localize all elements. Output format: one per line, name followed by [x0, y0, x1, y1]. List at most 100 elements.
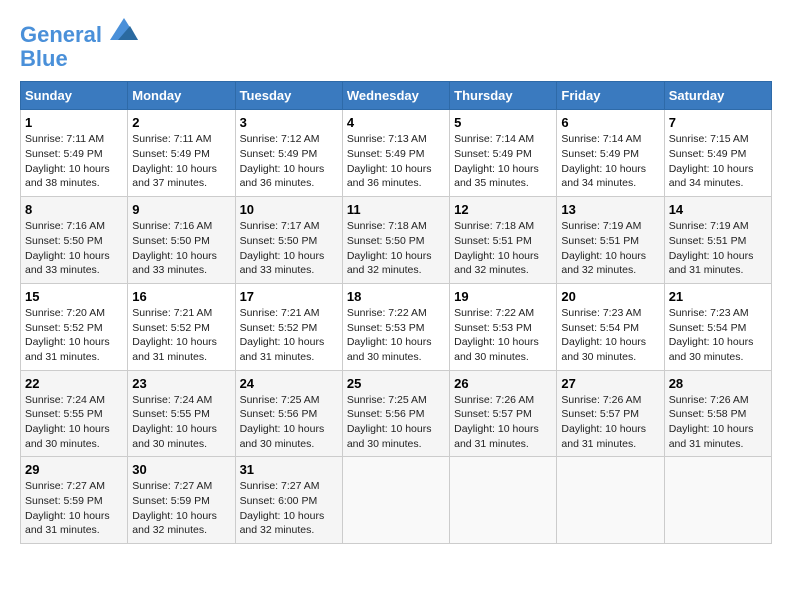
- calendar-header-thursday: Thursday: [450, 82, 557, 110]
- day-number: 24: [240, 376, 338, 391]
- calendar-header-tuesday: Tuesday: [235, 82, 342, 110]
- day-number: 6: [561, 115, 659, 130]
- day-number: 10: [240, 202, 338, 217]
- calendar-cell: 11 Sunrise: 7:18 AM Sunset: 5:50 PM Dayl…: [342, 197, 449, 284]
- calendar-cell: 16 Sunrise: 7:21 AM Sunset: 5:52 PM Dayl…: [128, 283, 235, 370]
- day-number: 17: [240, 289, 338, 304]
- logo-icon: [110, 18, 138, 40]
- day-info: Sunrise: 7:12 AM Sunset: 5:49 PM Dayligh…: [240, 132, 338, 191]
- day-number: 1: [25, 115, 123, 130]
- calendar-cell: 29 Sunrise: 7:27 AM Sunset: 5:59 PM Dayl…: [21, 457, 128, 544]
- day-number: 19: [454, 289, 552, 304]
- calendar-cell: 10 Sunrise: 7:17 AM Sunset: 5:50 PM Dayl…: [235, 197, 342, 284]
- calendar-cell: 17 Sunrise: 7:21 AM Sunset: 5:52 PM Dayl…: [235, 283, 342, 370]
- day-info: Sunrise: 7:25 AM Sunset: 5:56 PM Dayligh…: [347, 393, 445, 452]
- logo-blue: Blue: [20, 46, 68, 71]
- calendar-cell: [450, 457, 557, 544]
- day-info: Sunrise: 7:19 AM Sunset: 5:51 PM Dayligh…: [561, 219, 659, 278]
- calendar-cell: 28 Sunrise: 7:26 AM Sunset: 5:58 PM Dayl…: [664, 370, 771, 457]
- day-info: Sunrise: 7:26 AM Sunset: 5:58 PM Dayligh…: [669, 393, 767, 452]
- day-info: Sunrise: 7:24 AM Sunset: 5:55 PM Dayligh…: [25, 393, 123, 452]
- day-info: Sunrise: 7:19 AM Sunset: 5:51 PM Dayligh…: [669, 219, 767, 278]
- calendar-cell: 24 Sunrise: 7:25 AM Sunset: 5:56 PM Dayl…: [235, 370, 342, 457]
- calendar-cell: 5 Sunrise: 7:14 AM Sunset: 5:49 PM Dayli…: [450, 110, 557, 197]
- day-info: Sunrise: 7:22 AM Sunset: 5:53 PM Dayligh…: [347, 306, 445, 365]
- day-number: 14: [669, 202, 767, 217]
- calendar-header-friday: Friday: [557, 82, 664, 110]
- day-number: 28: [669, 376, 767, 391]
- day-number: 13: [561, 202, 659, 217]
- calendar-header-monday: Monday: [128, 82, 235, 110]
- day-number: 21: [669, 289, 767, 304]
- calendar-week-row: 22 Sunrise: 7:24 AM Sunset: 5:55 PM Dayl…: [21, 370, 772, 457]
- calendar-header-saturday: Saturday: [664, 82, 771, 110]
- calendar-week-row: 29 Sunrise: 7:27 AM Sunset: 5:59 PM Dayl…: [21, 457, 772, 544]
- calendar-cell: 18 Sunrise: 7:22 AM Sunset: 5:53 PM Dayl…: [342, 283, 449, 370]
- day-number: 5: [454, 115, 552, 130]
- calendar-cell: 22 Sunrise: 7:24 AM Sunset: 5:55 PM Dayl…: [21, 370, 128, 457]
- calendar-cell: 3 Sunrise: 7:12 AM Sunset: 5:49 PM Dayli…: [235, 110, 342, 197]
- day-info: Sunrise: 7:17 AM Sunset: 5:50 PM Dayligh…: [240, 219, 338, 278]
- day-number: 3: [240, 115, 338, 130]
- day-number: 4: [347, 115, 445, 130]
- day-number: 12: [454, 202, 552, 217]
- day-number: 7: [669, 115, 767, 130]
- day-info: Sunrise: 7:18 AM Sunset: 5:50 PM Dayligh…: [347, 219, 445, 278]
- calendar-cell: [342, 457, 449, 544]
- day-info: Sunrise: 7:26 AM Sunset: 5:57 PM Dayligh…: [454, 393, 552, 452]
- calendar-header-sunday: Sunday: [21, 82, 128, 110]
- day-number: 29: [25, 462, 123, 477]
- day-info: Sunrise: 7:22 AM Sunset: 5:53 PM Dayligh…: [454, 306, 552, 365]
- day-number: 16: [132, 289, 230, 304]
- day-info: Sunrise: 7:23 AM Sunset: 5:54 PM Dayligh…: [561, 306, 659, 365]
- day-info: Sunrise: 7:27 AM Sunset: 5:59 PM Dayligh…: [25, 479, 123, 538]
- calendar-cell: 12 Sunrise: 7:18 AM Sunset: 5:51 PM Dayl…: [450, 197, 557, 284]
- day-info: Sunrise: 7:25 AM Sunset: 5:56 PM Dayligh…: [240, 393, 338, 452]
- day-info: Sunrise: 7:26 AM Sunset: 5:57 PM Dayligh…: [561, 393, 659, 452]
- calendar-cell: [557, 457, 664, 544]
- day-number: 9: [132, 202, 230, 217]
- calendar-cell: 14 Sunrise: 7:19 AM Sunset: 5:51 PM Dayl…: [664, 197, 771, 284]
- logo-general: General: [20, 22, 102, 47]
- day-number: 31: [240, 462, 338, 477]
- calendar-cell: 15 Sunrise: 7:20 AM Sunset: 5:52 PM Dayl…: [21, 283, 128, 370]
- calendar-cell: 9 Sunrise: 7:16 AM Sunset: 5:50 PM Dayli…: [128, 197, 235, 284]
- calendar-cell: 7 Sunrise: 7:15 AM Sunset: 5:49 PM Dayli…: [664, 110, 771, 197]
- calendar-cell: 8 Sunrise: 7:16 AM Sunset: 5:50 PM Dayli…: [21, 197, 128, 284]
- calendar-cell: 4 Sunrise: 7:13 AM Sunset: 5:49 PM Dayli…: [342, 110, 449, 197]
- day-number: 26: [454, 376, 552, 391]
- day-info: Sunrise: 7:20 AM Sunset: 5:52 PM Dayligh…: [25, 306, 123, 365]
- day-info: Sunrise: 7:11 AM Sunset: 5:49 PM Dayligh…: [132, 132, 230, 191]
- calendar-cell: 21 Sunrise: 7:23 AM Sunset: 5:54 PM Dayl…: [664, 283, 771, 370]
- calendar-cell: 1 Sunrise: 7:11 AM Sunset: 5:49 PM Dayli…: [21, 110, 128, 197]
- calendar-week-row: 1 Sunrise: 7:11 AM Sunset: 5:49 PM Dayli…: [21, 110, 772, 197]
- day-number: 23: [132, 376, 230, 391]
- day-info: Sunrise: 7:21 AM Sunset: 5:52 PM Dayligh…: [240, 306, 338, 365]
- day-info: Sunrise: 7:16 AM Sunset: 5:50 PM Dayligh…: [132, 219, 230, 278]
- day-number: 20: [561, 289, 659, 304]
- calendar-cell: 27 Sunrise: 7:26 AM Sunset: 5:57 PM Dayl…: [557, 370, 664, 457]
- day-number: 2: [132, 115, 230, 130]
- calendar-cell: 26 Sunrise: 7:26 AM Sunset: 5:57 PM Dayl…: [450, 370, 557, 457]
- day-number: 15: [25, 289, 123, 304]
- day-number: 18: [347, 289, 445, 304]
- day-number: 8: [25, 202, 123, 217]
- calendar-cell: 31 Sunrise: 7:27 AM Sunset: 6:00 PM Dayl…: [235, 457, 342, 544]
- logo: General Blue: [20, 20, 138, 71]
- day-info: Sunrise: 7:14 AM Sunset: 5:49 PM Dayligh…: [561, 132, 659, 191]
- day-info: Sunrise: 7:15 AM Sunset: 5:49 PM Dayligh…: [669, 132, 767, 191]
- day-info: Sunrise: 7:21 AM Sunset: 5:52 PM Dayligh…: [132, 306, 230, 365]
- day-info: Sunrise: 7:23 AM Sunset: 5:54 PM Dayligh…: [669, 306, 767, 365]
- day-number: 25: [347, 376, 445, 391]
- day-number: 22: [25, 376, 123, 391]
- calendar-cell: 13 Sunrise: 7:19 AM Sunset: 5:51 PM Dayl…: [557, 197, 664, 284]
- calendar-week-row: 8 Sunrise: 7:16 AM Sunset: 5:50 PM Dayli…: [21, 197, 772, 284]
- day-info: Sunrise: 7:14 AM Sunset: 5:49 PM Dayligh…: [454, 132, 552, 191]
- day-number: 27: [561, 376, 659, 391]
- calendar-cell: 30 Sunrise: 7:27 AM Sunset: 5:59 PM Dayl…: [128, 457, 235, 544]
- calendar-cell: 23 Sunrise: 7:24 AM Sunset: 5:55 PM Dayl…: [128, 370, 235, 457]
- day-info: Sunrise: 7:11 AM Sunset: 5:49 PM Dayligh…: [25, 132, 123, 191]
- calendar-cell: 20 Sunrise: 7:23 AM Sunset: 5:54 PM Dayl…: [557, 283, 664, 370]
- day-info: Sunrise: 7:24 AM Sunset: 5:55 PM Dayligh…: [132, 393, 230, 452]
- calendar-cell: 2 Sunrise: 7:11 AM Sunset: 5:49 PM Dayli…: [128, 110, 235, 197]
